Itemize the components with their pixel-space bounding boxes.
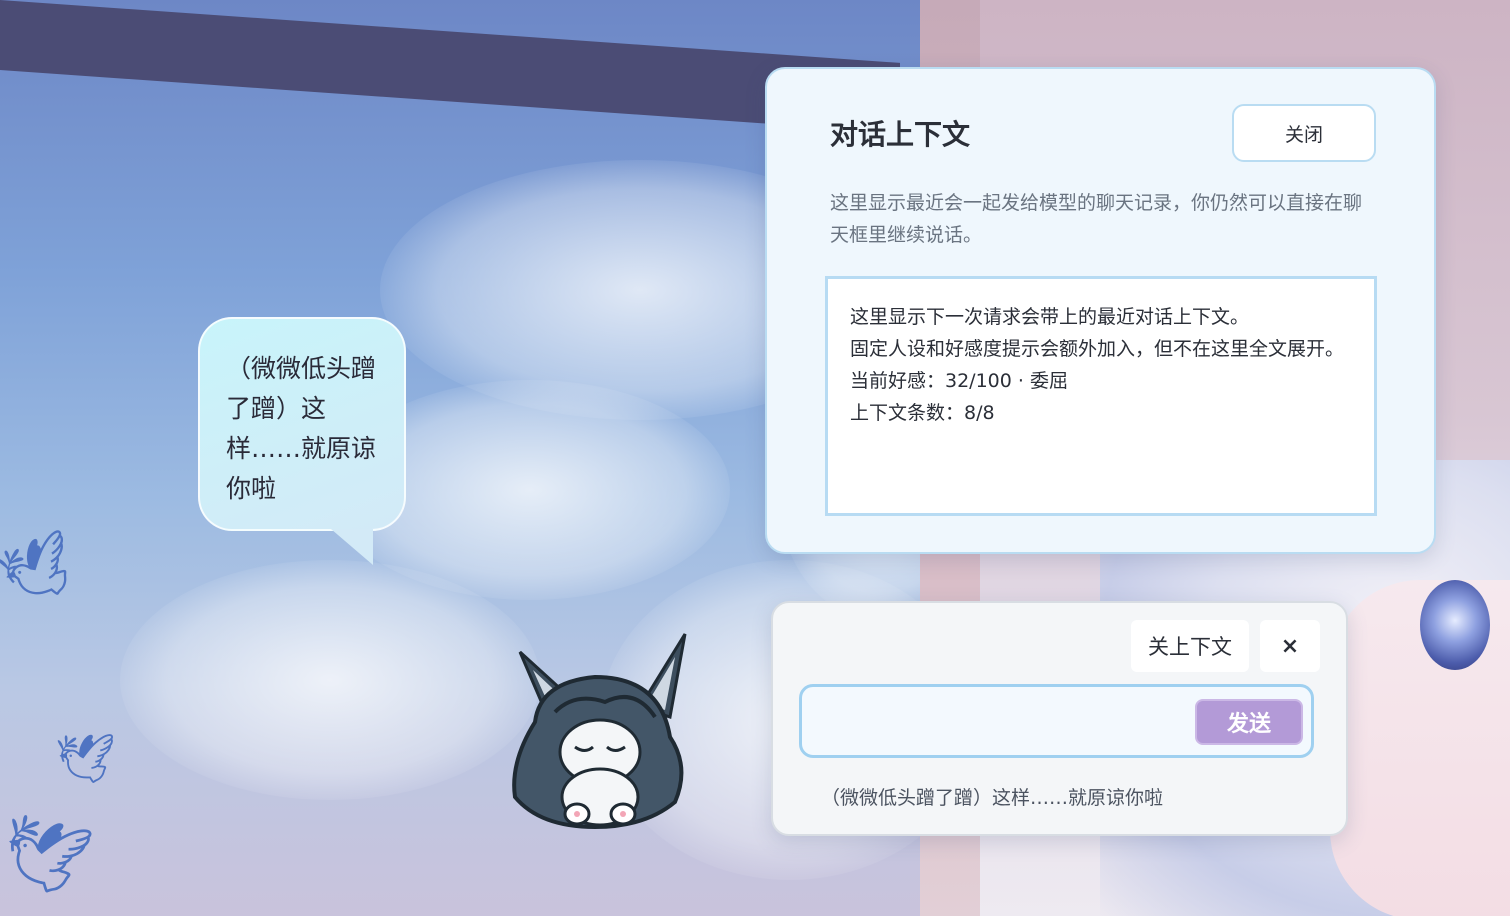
context-panel: 对话上下文 关闭 这里显示最近会一起发给模型的聊天记录，你仍然可以直接在聊天框里… [765,67,1436,554]
speech-bubble-tail [331,529,373,565]
chat-panel: 关上下文 × 发送 （微微低头蹭了蹭）这样……就原谅你啦 [771,601,1348,836]
affection-status: 当前好感：32/100 · 委屈 [850,370,1068,392]
wallpaper-cloud [120,560,540,800]
speech-bubble-text: （微微低头蹭了蹭）这样……就原谅你啦 [226,354,377,503]
wallpaper-eye [1420,580,1490,670]
close-icon: × [1280,633,1300,659]
context-close-button[interactable]: 关闭 [1232,104,1376,162]
context-content-box: 这里显示下一次请求会带上的最近对话上下文。 固定人设和好感度提示会额外加入，但不… [825,276,1377,516]
context-panel-description: 这里显示最近会一起发给模型的聊天记录，你仍然可以直接在聊天框里继续说话。 [830,192,1363,246]
send-button[interactable]: 发送 [1195,699,1303,745]
mascot-icon [512,633,687,830]
desktop-background: 🕊 🕊 🕊 （微微低头蹭了蹭）这样……就原谅你啦 对话上下文 关闭 这里显示最近… [0,0,1510,916]
context-panel-title: 对话上下文 [830,118,971,151]
bird-icon: 🕊 [0,803,98,907]
chat-input[interactable] [814,697,1188,747]
chat-close-button[interactable]: × [1260,620,1320,672]
chat-input-container: 发送 [799,684,1314,758]
context-line: 这里显示下一次请求会带上的最近对话上下文。 [850,306,1250,328]
context-count: 上下文条数：8/8 [850,402,995,424]
bird-icon: 🕊 [55,731,116,787]
bird-icon: 🕊 [0,524,86,616]
desktop-pet-mascot[interactable] [495,632,695,832]
speech-bubble: （微微低头蹭了蹭）这样……就原谅你啦 [198,317,406,531]
last-reply-text: （微微低头蹭了蹭）这样……就原谅你啦 [821,787,1164,809]
close-context-button[interactable]: 关上下文 [1131,620,1249,672]
context-line: 固定人设和好感度提示会额外加入，但不在这里全文展开。 [850,338,1345,360]
